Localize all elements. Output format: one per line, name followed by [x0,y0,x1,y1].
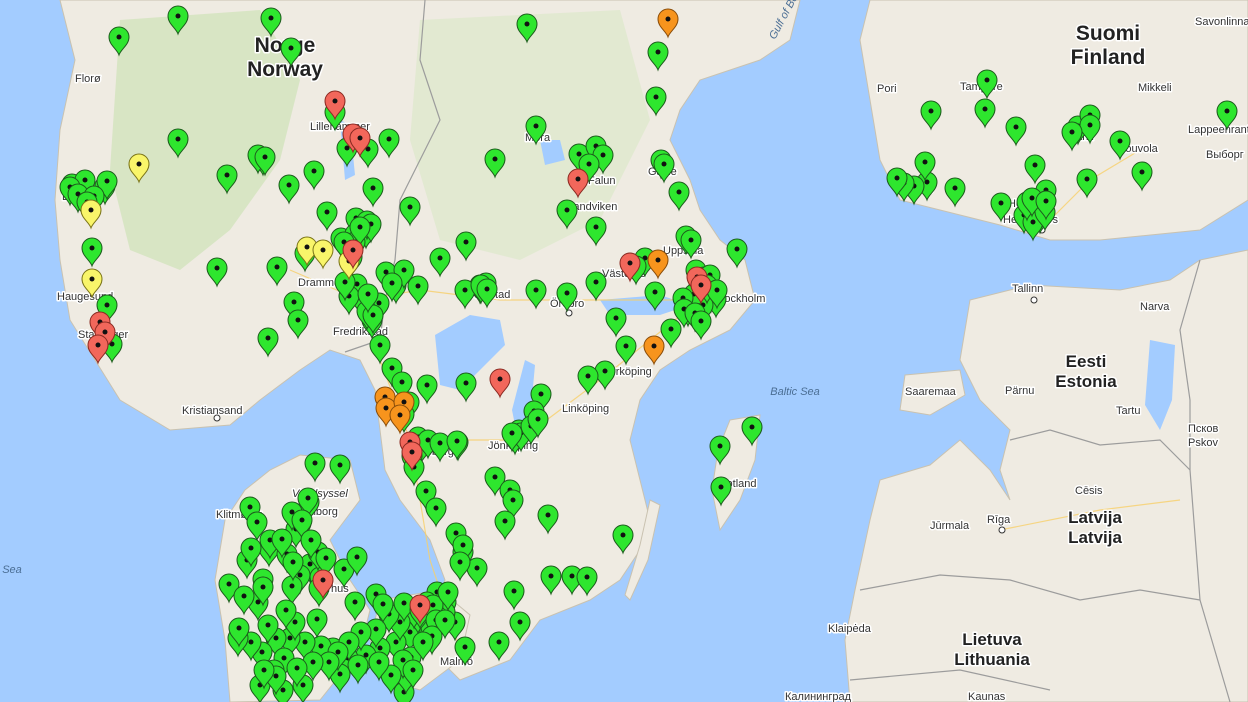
green-map-marker-icon[interactable] [362,177,384,208]
green-map-marker-icon[interactable] [347,654,369,685]
green-map-marker-icon[interactable] [537,504,559,535]
green-map-marker-icon[interactable] [329,454,351,485]
green-map-marker-icon[interactable] [449,551,471,582]
green-map-marker-icon[interactable] [429,247,451,278]
orange-map-marker-icon[interactable] [643,335,665,366]
green-map-marker-icon[interactable] [287,309,309,340]
green-map-marker-icon[interactable] [645,86,667,117]
green-map-marker-icon[interactable] [488,631,510,662]
green-map-marker-icon[interactable] [260,7,282,38]
green-map-marker-icon[interactable] [167,128,189,159]
green-map-marker-icon[interactable] [710,476,732,507]
green-map-marker-icon[interactable] [577,365,599,396]
green-map-marker-icon[interactable] [108,26,130,57]
green-map-marker-icon[interactable] [303,160,325,191]
green-map-marker-icon[interactable] [525,279,547,310]
yellow-map-marker-icon[interactable] [81,268,103,299]
green-map-marker-icon[interactable] [576,566,598,597]
green-map-marker-icon[interactable] [216,164,238,195]
green-map-marker-icon[interactable] [605,307,627,338]
red-map-marker-icon[interactable] [489,368,511,399]
green-map-marker-icon[interactable] [1005,116,1027,147]
green-map-marker-icon[interactable] [1076,168,1098,199]
green-map-marker-icon[interactable] [516,13,538,44]
green-map-marker-icon[interactable] [647,41,669,72]
green-map-marker-icon[interactable] [1216,100,1238,131]
green-map-marker-icon[interactable] [399,196,421,227]
green-map-marker-icon[interactable] [709,435,731,466]
map-canvas[interactable]: Norge Norway Suomi Finland Eesti Estonia… [0,0,1248,702]
green-map-marker-icon[interactable] [316,201,338,232]
green-map-marker-icon[interactable] [540,565,562,596]
green-map-marker-icon[interactable] [644,281,666,312]
green-map-marker-icon[interactable] [455,231,477,262]
green-map-marker-icon[interactable] [167,5,189,36]
green-map-marker-icon[interactable] [653,153,675,184]
green-map-marker-icon[interactable] [680,229,702,260]
green-map-marker-icon[interactable] [556,282,578,313]
yellow-map-marker-icon[interactable] [312,239,334,270]
green-map-marker-icon[interactable] [1061,121,1083,152]
green-map-marker-icon[interactable] [726,238,748,269]
green-map-marker-icon[interactable] [525,115,547,146]
green-map-marker-icon[interactable] [257,327,279,358]
green-map-marker-icon[interactable] [407,275,429,306]
orange-map-marker-icon[interactable] [647,249,669,280]
green-map-marker-icon[interactable] [378,128,400,159]
green-map-marker-icon[interactable] [1109,130,1131,161]
yellow-map-marker-icon[interactable] [128,153,150,184]
green-map-marker-icon[interactable] [266,256,288,287]
green-map-marker-icon[interactable] [1131,161,1153,192]
green-map-marker-icon[interactable] [455,372,477,403]
green-map-marker-icon[interactable] [990,192,1012,223]
green-map-marker-icon[interactable] [304,452,326,483]
red-map-marker-icon[interactable] [87,334,109,365]
green-map-marker-icon[interactable] [920,100,942,131]
green-map-marker-icon[interactable] [585,271,607,302]
green-map-marker-icon[interactable] [425,497,447,528]
yellow-map-marker-icon[interactable] [80,199,102,230]
green-map-marker-icon[interactable] [454,636,476,667]
green-map-marker-icon[interactable] [503,580,525,611]
green-map-marker-icon[interactable] [1024,154,1046,185]
green-map-marker-icon[interactable] [81,237,103,268]
green-map-marker-icon[interactable] [1079,114,1101,145]
green-map-marker-icon[interactable] [280,37,302,68]
green-map-marker-icon[interactable] [206,257,228,288]
red-map-marker-icon[interactable] [567,168,589,199]
green-map-marker-icon[interactable] [976,69,998,100]
green-map-marker-icon[interactable] [509,611,531,642]
green-map-marker-icon[interactable] [446,430,468,461]
green-map-marker-icon[interactable] [741,416,763,447]
green-map-marker-icon[interactable] [429,432,451,463]
orange-map-marker-icon[interactable] [389,404,411,435]
green-map-marker-icon[interactable] [344,591,366,622]
green-map-marker-icon[interactable] [494,510,516,541]
green-map-marker-icon[interactable] [944,177,966,208]
green-map-marker-icon[interactable] [585,216,607,247]
green-map-marker-icon[interactable] [556,199,578,230]
green-map-marker-icon[interactable] [615,335,637,366]
green-map-marker-icon[interactable] [278,174,300,205]
green-map-marker-icon[interactable] [690,310,712,341]
green-map-marker-icon[interactable] [668,181,690,212]
green-map-marker-icon[interactable] [612,524,634,555]
marker-layer [59,5,1238,702]
green-map-marker-icon[interactable] [416,374,438,405]
orange-map-marker-icon[interactable] [657,8,679,39]
green-map-marker-icon[interactable] [974,98,996,129]
green-map-marker-icon[interactable] [484,148,506,179]
